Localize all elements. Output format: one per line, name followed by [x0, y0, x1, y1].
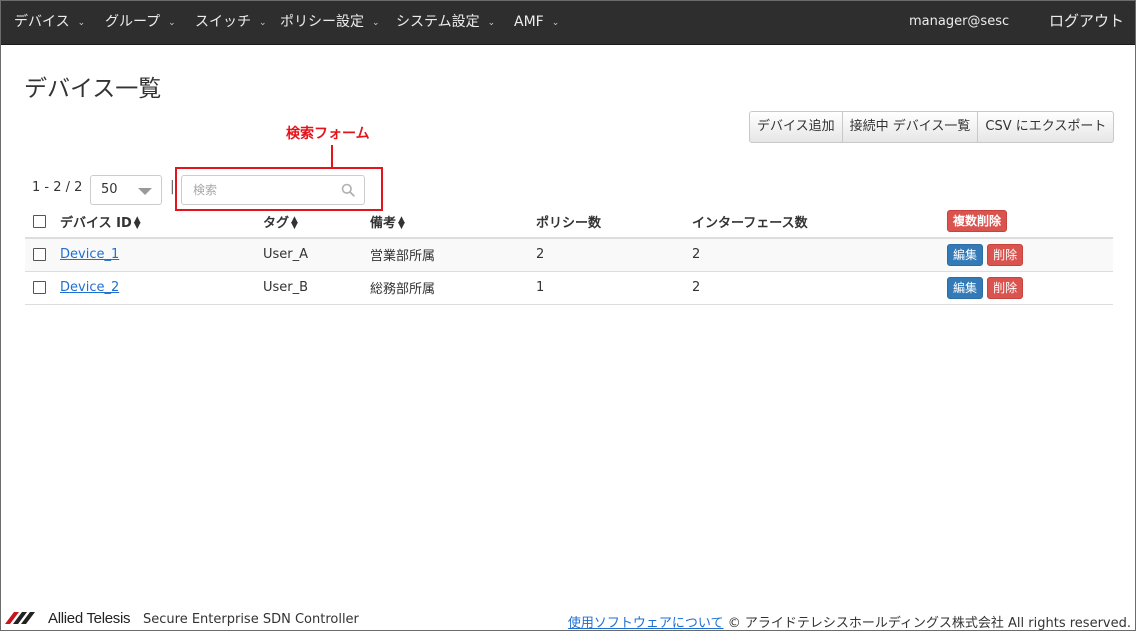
device-table: デバイス ID ▲ ▼ タグ ▲ ▼ 備考 ▲ ▼ ポリシー数 インターフェース数 複数削除: [25, 205, 1113, 305]
device-id-cell: Device_1: [60, 238, 263, 272]
allied-telesis-logo: Allied Telesis: [5, 607, 131, 629]
annotation-label: 検索フォーム: [286, 126, 370, 142]
result-count: 1 - 2 / 2: [32, 180, 83, 195]
nav-menu-system-settings[interactable]: システム設定 ⌄: [396, 1, 495, 45]
table-row: Device_2 User_B 総務部所属 1 2 編集 削除: [25, 271, 1113, 305]
tag-cell: User_A: [263, 238, 370, 272]
connected-devices-button[interactable]: 接続中 デバイス一覧: [841, 111, 979, 143]
per-page-select[interactable]: 50: [90, 175, 162, 205]
chevron-down-icon: ⌄: [168, 18, 176, 28]
header-select-all-cell: [25, 205, 60, 239]
actions-cell: 編集 削除: [947, 271, 1113, 305]
column-header-label: インターフェース数: [692, 215, 808, 231]
add-device-button[interactable]: デバイス追加: [749, 111, 843, 143]
note-cell: 総務部所属: [370, 271, 536, 305]
sort-icon[interactable]: ▲ ▼: [398, 216, 405, 231]
nav-menu-label: デバイス: [14, 14, 70, 30]
column-header-note[interactable]: 備考 ▲ ▼: [370, 205, 536, 239]
actions-cell: 編集 削除: [947, 238, 1113, 272]
column-header-interface-count: インターフェース数: [692, 205, 947, 239]
row-checkbox-cell: [25, 238, 60, 272]
nav-menu-label: AMF: [514, 14, 544, 30]
sort-icon[interactable]: ▲ ▼: [291, 216, 298, 231]
column-header-label: ポリシー数: [536, 215, 602, 231]
chevron-down-icon: ⌄: [372, 18, 380, 28]
select-all-checkbox[interactable]: [33, 214, 46, 228]
chevron-down-icon: ⌄: [77, 18, 86, 28]
column-header-tag[interactable]: タグ ▲ ▼: [263, 205, 370, 239]
toolbar-button-group: デバイス追加 接続中 デバイス一覧 CSV にエクスポート: [749, 111, 1115, 143]
nav-menu-policy-settings[interactable]: ポリシー設定 ⌄: [280, 1, 380, 45]
device-link[interactable]: Device_1: [60, 247, 119, 262]
footer-brand-name: Allied Telesis: [48, 609, 131, 627]
tag-cell: User_B: [263, 271, 370, 305]
search-input[interactable]: [182, 176, 332, 204]
nav-menu-label: スイッチ: [195, 14, 251, 30]
nav-menu-label: ポリシー設定: [280, 14, 364, 30]
search-icon[interactable]: [341, 183, 355, 197]
table-header-row: デバイス ID ▲ ▼ タグ ▲ ▼ 備考 ▲ ▼ ポリシー数 インターフェース数 複数削除: [25, 205, 1113, 239]
delete-button[interactable]: 削除: [987, 276, 1024, 299]
allied-telesis-mark-icon: [5, 612, 35, 624]
column-header-label: デバイス ID: [60, 215, 132, 231]
nav-menu-label: グループ: [105, 14, 161, 30]
oss-info-link[interactable]: 使用ソフトウェアについて: [568, 616, 724, 631]
nav-menu-switches[interactable]: スイッチ ⌄: [195, 1, 267, 45]
nav-menu-label: システム設定: [396, 14, 480, 30]
interface-count-cell: 2: [692, 271, 947, 305]
policy-count-cell: 2: [536, 238, 692, 272]
current-user: manager@sesc: [909, 14, 1010, 29]
row-checkbox[interactable]: [33, 248, 46, 262]
dropdown-arrow-icon: [138, 188, 152, 195]
sort-icon[interactable]: ▲ ▼: [134, 216, 141, 231]
edit-button[interactable]: 編集: [947, 276, 984, 299]
nav-menu-amf[interactable]: AMF ⌄: [514, 1, 559, 45]
separator: |: [170, 179, 175, 195]
policy-count-cell: 1: [536, 271, 692, 305]
column-header-device-id[interactable]: デバイス ID ▲ ▼: [60, 205, 263, 239]
table-row: Device_1 User_A 営業部所属 2 2 編集 削除: [25, 238, 1113, 272]
interface-count-cell: 2: [692, 238, 947, 272]
chevron-down-icon: ⌄: [259, 18, 267, 28]
top-navbar: デバイス ⌄ グループ ⌄ スイッチ ⌄ ポリシー設定 ⌄ システム設定 ⌄ AMF ⌄ m…: [1, 1, 1135, 45]
copyright-text: © アライドテレシスホールディングス株式会社 All rights reserv…: [727, 616, 1131, 631]
chevron-down-icon: ⌄: [551, 18, 560, 28]
column-header-policy-count: ポリシー数: [536, 205, 692, 239]
logout-link[interactable]: ログアウト: [1049, 1, 1124, 45]
per-page-value: 50: [101, 182, 118, 197]
nav-menu-devices[interactable]: デバイス ⌄: [14, 1, 85, 45]
note-cell: 営業部所属: [370, 238, 536, 272]
search-field: [181, 175, 365, 205]
column-header-actions: 複数削除: [947, 205, 1113, 239]
row-checkbox[interactable]: [33, 281, 46, 294]
footer-product-name: Secure Enterprise SDN Controller: [143, 612, 359, 627]
delete-button[interactable]: 削除: [987, 243, 1024, 266]
footer-right: 使用ソフトウェアについて © アライドテレシスホールディングス株式会社 All …: [568, 612, 1131, 631]
device-link[interactable]: Device_2: [60, 280, 119, 295]
column-header-label: 備考: [370, 215, 397, 231]
column-header-label: タグ: [263, 215, 290, 231]
device-id-cell: Device_2: [60, 271, 263, 305]
edit-button[interactable]: 編集: [947, 243, 984, 266]
export-csv-button[interactable]: CSV にエクスポート: [977, 111, 1115, 143]
row-checkbox-cell: [25, 271, 60, 305]
page-title: デバイス一覧: [24, 76, 162, 102]
chevron-down-icon: ⌄: [487, 18, 496, 28]
nav-menu-groups[interactable]: グループ ⌄: [105, 1, 176, 45]
annotation-pointer-line: [331, 145, 333, 168]
bulk-delete-button[interactable]: 複数削除: [947, 210, 1008, 232]
